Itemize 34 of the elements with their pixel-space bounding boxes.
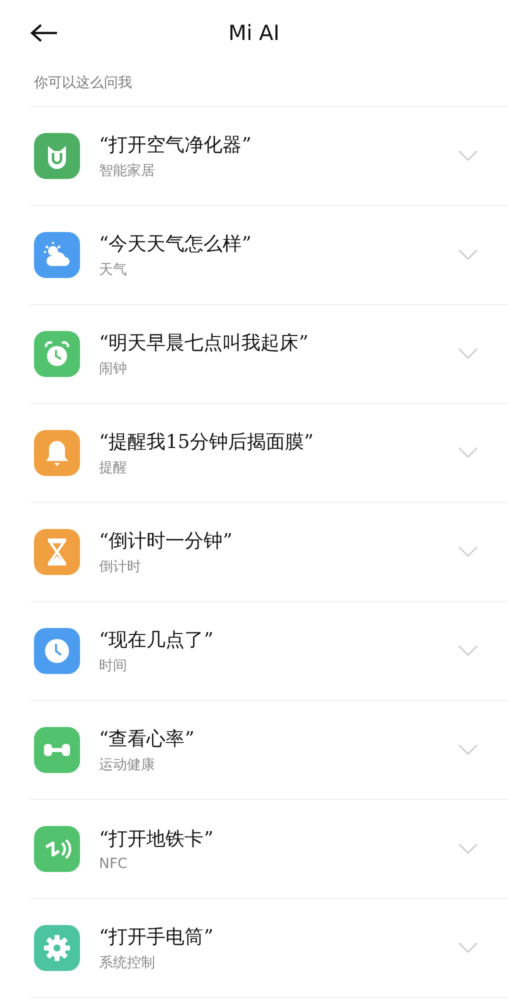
category-text: 智能家居	[99, 162, 156, 180]
alarm-clock-icon	[42, 339, 72, 369]
back-arrow-icon	[30, 23, 58, 43]
category-text: 闹钟	[99, 360, 128, 378]
query-text: “打开空气净化器”	[99, 133, 252, 158]
category-text: 天气	[99, 261, 128, 279]
category-text: 运动健康	[99, 756, 156, 774]
category-text: 时间	[99, 657, 128, 675]
suggestion-row[interactable]: “查看心率” 运动健康	[30, 701, 508, 800]
suggestion-row[interactable]: “明天早晨七点叫我起床” 闹钟	[30, 305, 508, 404]
query-text: “提醒我15分钟后揭面膜”	[99, 430, 315, 455]
query-text: “打开地铁卡”	[99, 827, 214, 852]
page-title: Mi AI	[228, 21, 280, 45]
category-text: NFC	[99, 856, 128, 872]
suggestion-row[interactable]: “今天天气怎么样” 天气	[30, 206, 508, 305]
query-text: “现在几点了”	[99, 628, 214, 653]
category-text: 倒计时	[99, 558, 142, 576]
category-text: 系统控制	[99, 954, 156, 972]
query-text: “查看心率”	[99, 727, 196, 752]
query-text: “明天早晨七点叫我起床”	[99, 331, 310, 356]
suggestion-row[interactable]: “打开空气净化器” 智能家居	[30, 107, 508, 206]
suggestion-row[interactable]: “倒计时一分钟” 倒计时	[30, 503, 508, 602]
back-button[interactable]	[30, 23, 58, 43]
suggestion-row[interactable]: “提醒我15分钟后揭面膜” 提醒	[30, 404, 508, 503]
clock-icon	[42, 636, 72, 666]
query-text: “倒计时一分钟”	[99, 529, 234, 554]
suggestion-row[interactable]: “现在几点了” 时间	[30, 602, 508, 701]
section-label: 你可以这么问我	[33, 74, 133, 93]
query-text: “今天天气怎么样”	[99, 232, 252, 257]
category-text: 提醒	[99, 459, 128, 477]
suggestion-row[interactable]: “打开地铁卡” NFC	[30, 800, 508, 899]
suggestion-row[interactable]: “打开手电筒” 系统控制	[30, 899, 508, 998]
query-text: “打开手电筒”	[99, 925, 214, 950]
gear-icon	[42, 933, 72, 963]
